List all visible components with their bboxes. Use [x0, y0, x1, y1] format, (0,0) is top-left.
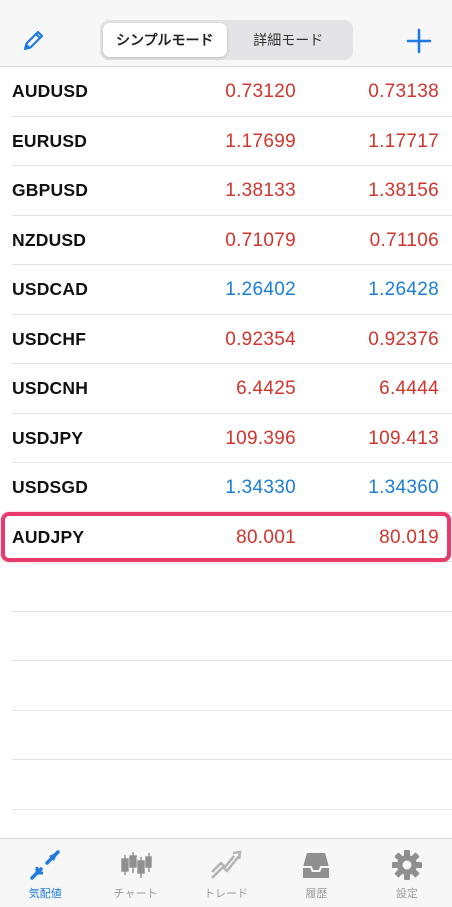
quote-row-usdcad[interactable]: USDCAD 1.26402 1.26428 [12, 265, 452, 315]
detail-mode-segment[interactable]: 詳細モード [227, 23, 351, 57]
quotes-list: AUDUSD 0.73120 0.73138 EURUSD 1.17699 1.… [0, 67, 452, 810]
empty-row [12, 612, 452, 661]
bid-price: 1.26402 [225, 279, 296, 300]
bid-price: 6.4425 [236, 378, 296, 399]
symbol-label: USDSGD [12, 477, 89, 497]
bottom-tab-bar: 気配値 チャート トレード 履歴 設定 [0, 838, 452, 907]
ask-price: 1.26428 [368, 279, 439, 300]
empty-row [12, 562, 452, 612]
tab-label: 気配値 [28, 887, 62, 900]
bid-price: 0.92354 [225, 328, 296, 350]
bid-price: 1.34330 [225, 477, 296, 498]
tab-label: 履歴 [305, 887, 328, 900]
candlestick-chart-icon [120, 852, 152, 878]
quote-row-usdcnh[interactable]: USDCNH 6.4425 6.4444 [12, 364, 452, 414]
gear-icon [391, 850, 422, 880]
symbol-label: USDCHF [12, 328, 87, 349]
symbol-label: AUDJPY [12, 526, 85, 547]
symbol-label: GBPUSD [12, 180, 89, 200]
symbol-label: AUDUSD [12, 81, 89, 101]
tab-history[interactable]: 履歴 [271, 839, 361, 907]
mode-segmented-control: シンプルモード 詳細モード [100, 20, 353, 60]
quote-row-audusd[interactable]: AUDUSD 0.73120 0.73138 [12, 67, 452, 117]
simple-mode-segment[interactable]: シンプルモード [103, 23, 227, 57]
quote-row-usdchf[interactable]: USDCHF 0.92354 0.92376 [12, 315, 452, 364]
symbol-label: EURUSD [12, 130, 88, 151]
ask-price: 1.38156 [368, 180, 439, 201]
quote-row-usdjpy[interactable]: USDJPY 109.396 109.413 [12, 414, 452, 463]
top-navigation-bar: シンプルモード 詳細モード [0, 0, 452, 67]
bid-price: 1.38133 [225, 180, 296, 201]
tab-quotes[interactable]: 気配値 [0, 839, 90, 907]
quote-row-gbpusd[interactable]: GBPUSD 1.38133 1.38156 [12, 166, 452, 216]
tab-settings[interactable]: 設定 [362, 839, 452, 907]
tab-label: トレード [204, 887, 249, 900]
ask-price: 0.92376 [368, 328, 439, 350]
ask-price: 1.17717 [368, 130, 439, 152]
ask-price: 1.34360 [368, 477, 439, 498]
quotes-icon [30, 850, 60, 880]
quote-row-eurusd[interactable]: EURUSD 1.17699 1.17717 [12, 117, 452, 166]
ask-price: 0.71106 [369, 229, 439, 251]
empty-row [12, 760, 452, 810]
tab-chart[interactable]: チャート [90, 839, 180, 907]
trade-icon [211, 850, 242, 879]
history-inbox-icon [303, 853, 330, 878]
bid-price: 1.17699 [225, 130, 296, 152]
tab-label: 設定 [395, 887, 418, 900]
bid-price: 0.73120 [225, 81, 296, 102]
symbol-label: USDCAD [12, 279, 89, 299]
empty-row [12, 661, 452, 711]
symbol-label: NZDUSD [12, 229, 87, 250]
tab-label: チャート [113, 887, 158, 900]
quote-row-audjpy[interactable]: AUDJPY 80.001 80.019 [12, 513, 452, 562]
ask-price: 0.73138 [368, 81, 439, 102]
plus-icon[interactable] [404, 26, 434, 56]
bid-price: 80.001 [236, 526, 296, 548]
tab-trade[interactable]: トレード [181, 839, 271, 907]
quote-row-nzdusd[interactable]: NZDUSD 0.71079 0.71106 [12, 216, 452, 265]
bid-price: 0.71079 [225, 229, 296, 251]
ask-price: 109.413 [368, 427, 439, 449]
pencil-icon[interactable] [20, 26, 48, 54]
empty-row [12, 711, 452, 760]
quote-row-usdsgd[interactable]: USDSGD 1.34330 1.34360 [12, 463, 452, 513]
ask-price: 80.019 [379, 526, 439, 548]
bid-price: 109.396 [225, 427, 296, 449]
symbol-label: USDCNH [12, 378, 89, 398]
ask-price: 6.4444 [379, 378, 439, 399]
symbol-label: USDJPY [12, 427, 84, 448]
